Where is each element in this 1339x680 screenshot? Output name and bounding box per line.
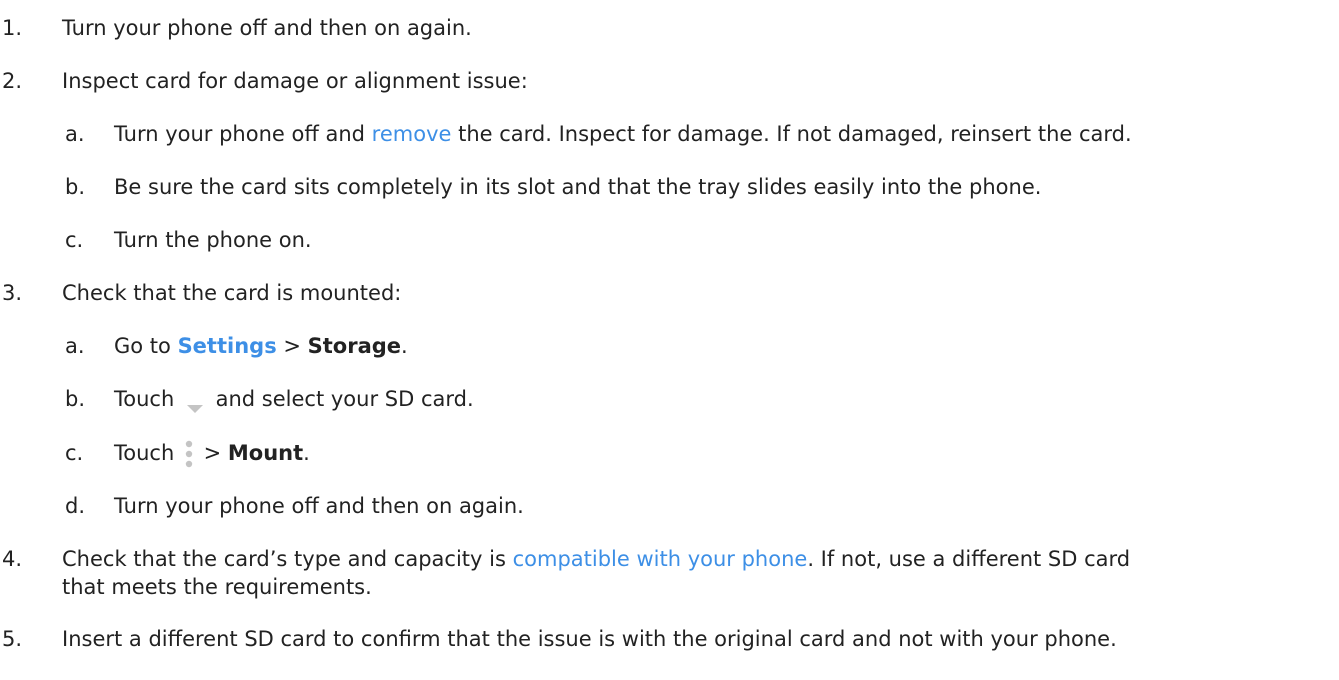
- step-number: 1.: [2, 16, 23, 40]
- storage-label: Storage: [307, 334, 402, 358]
- substep-letter: a.: [65, 122, 85, 146]
- step-text: Inspect card for damage or alignment iss…: [62, 69, 528, 93]
- substep-text: Touch and select your SD card.: [114, 387, 474, 413]
- compatible-phone-link[interactable]: compatible with your phone: [513, 547, 808, 571]
- step-text: that meets the requirements.: [62, 575, 372, 599]
- substep-text: Turn your phone off and remove the card.…: [114, 122, 1132, 146]
- step-number: 3.: [2, 281, 23, 305]
- step-number: 4.: [2, 547, 23, 571]
- remove-card-link[interactable]: remove: [372, 122, 452, 146]
- substep-text: Be sure the card sits completely in its …: [114, 175, 1042, 199]
- settings-link[interactable]: Settings: [178, 334, 277, 358]
- step-number: 2.: [2, 69, 23, 93]
- substep-letter: c.: [65, 228, 84, 252]
- step-text: Check that the card’s type and capacity …: [62, 547, 1131, 571]
- dropdown-arrow-icon: [185, 394, 205, 413]
- substep-letter: d.: [65, 494, 86, 518]
- substep-text: Go to Settings > Storage.: [114, 334, 408, 358]
- overflow-menu-icon: [183, 439, 195, 469]
- step-text: Turn your phone off and then on again.: [62, 16, 472, 40]
- substep-letter: c.: [65, 441, 84, 465]
- step-number: 5.: [2, 627, 23, 651]
- step-text: Check that the card is mounted:: [62, 281, 402, 305]
- substep-letter: b.: [65, 175, 86, 199]
- substep-text: Turn the phone on.: [114, 228, 312, 252]
- mount-label: Mount: [227, 441, 304, 465]
- substep-text: Turn your phone off and then on again.: [114, 494, 524, 518]
- substep-letter: b.: [65, 387, 86, 411]
- step-text: Insert a different SD card to confirm th…: [62, 627, 1117, 651]
- substep-letter: a.: [65, 334, 85, 358]
- substep-text: Touch > Mount.: [114, 439, 310, 469]
